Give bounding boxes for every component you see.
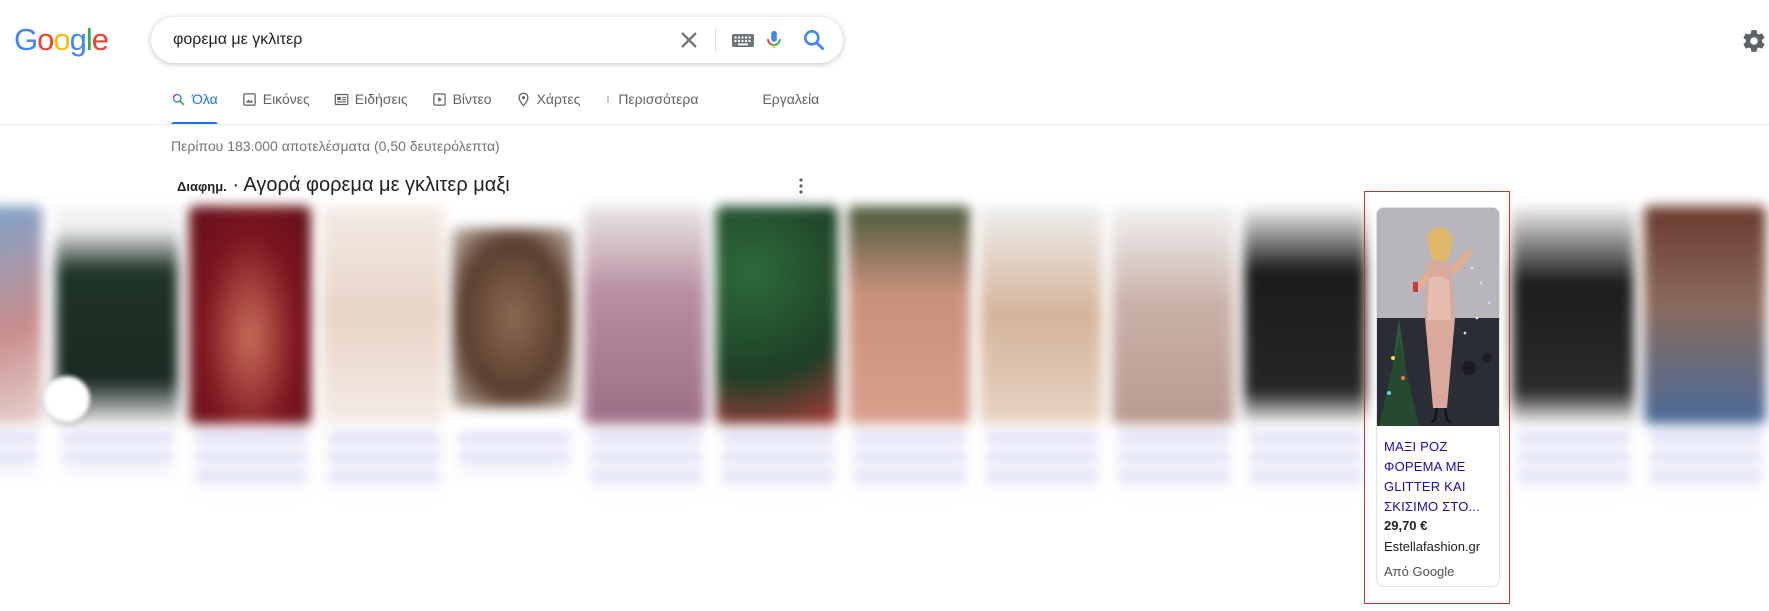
product-title-placeholder xyxy=(0,434,38,474)
product-image xyxy=(0,206,42,424)
close-icon[interactable] xyxy=(675,26,703,54)
product-source[interactable]: Από Google xyxy=(1384,564,1454,579)
product-title-placeholder xyxy=(986,434,1098,492)
product-card[interactable] xyxy=(980,206,1102,586)
more-options-icon[interactable] xyxy=(797,177,805,195)
tab-videos[interactable]: Βίντεο xyxy=(432,91,492,125)
product-title-placeholder xyxy=(1650,434,1762,492)
product-title-placeholder xyxy=(854,434,966,492)
result-stats: Περίπου 183.000 αποτελέσματα (0,50 δευτε… xyxy=(171,138,500,154)
shopping-ads-header: Διαφημ. · Αγορά φορεμα με γκλιτερ μαξι xyxy=(177,174,510,197)
product-image xyxy=(322,206,444,424)
product-card[interactable] xyxy=(1512,206,1634,586)
product-card[interactable] xyxy=(189,206,311,586)
map-pin-icon xyxy=(518,92,529,107)
tools-label: Εργαλεία xyxy=(762,91,820,107)
product-price: 29,70 € xyxy=(1384,518,1428,533)
news-icon xyxy=(334,93,349,106)
shopping-title: · Αγορά φορεμα με γκλιτερ μαξι xyxy=(226,174,510,196)
tab-label: Όλα xyxy=(192,91,218,107)
product-image xyxy=(1512,206,1634,424)
product-image xyxy=(584,206,706,424)
gear-icon[interactable] xyxy=(1741,28,1767,54)
tab-news[interactable]: Ειδήσεις xyxy=(334,91,408,125)
product-title-placeholder xyxy=(62,434,174,474)
product-card[interactable] xyxy=(584,206,706,586)
product-title-placeholder xyxy=(328,434,440,492)
product-photo xyxy=(1377,208,1499,426)
product-card[interactable] xyxy=(848,206,970,586)
tab-label: Εικόνες xyxy=(262,91,310,107)
search-input[interactable]: φορεμα με γκλιτερ xyxy=(173,31,302,49)
product-image xyxy=(848,206,970,424)
product-title-placeholder xyxy=(590,434,702,492)
microphone-icon[interactable] xyxy=(763,28,785,52)
tab-more[interactable]: Περισσότερα xyxy=(604,91,698,125)
tab-label: Περισσότερα xyxy=(618,91,699,107)
product-image xyxy=(452,228,574,408)
product-image xyxy=(980,206,1102,424)
search-tabs: Όλα Εικόνες Ειδήσεις Βίντεο Χάρτες Περισ… xyxy=(171,91,843,125)
tools-button[interactable]: Εργαλεία xyxy=(762,91,819,125)
search-icon xyxy=(172,93,185,106)
product-card[interactable] xyxy=(452,206,574,586)
product-card[interactable] xyxy=(716,206,838,586)
featured-product-card[interactable]: ΜΑΞΙ ΡΟΖ ΦΟΡΕΜΑ ΜΕ GLITTER ΚΑΙ ΣΚΙΣΙΜΟ Σ… xyxy=(1376,207,1500,587)
more-vert-icon xyxy=(607,96,610,103)
logo-letter: g xyxy=(69,22,87,57)
product-title-placeholder xyxy=(1250,434,1362,492)
logo-letter: o xyxy=(37,22,54,57)
tab-maps[interactable]: Χάρτες xyxy=(516,91,581,125)
logo-letter: G xyxy=(14,22,38,57)
tab-all[interactable]: Όλα xyxy=(171,91,218,125)
tab-label: Ειδήσεις xyxy=(354,91,408,107)
image-icon xyxy=(242,93,256,106)
keyboard-icon[interactable] xyxy=(731,30,755,50)
product-title-placeholder xyxy=(1118,434,1230,492)
product-card[interactable] xyxy=(1244,206,1366,586)
product-card[interactable] xyxy=(0,206,42,586)
tab-label: Χάρτες xyxy=(536,91,581,107)
carousel-prev-button[interactable] xyxy=(44,376,90,422)
product-title-placeholder xyxy=(722,434,834,492)
tab-label: Βίντεο xyxy=(452,91,492,107)
product-seller: Estellafashion.gr xyxy=(1384,539,1481,554)
product-image xyxy=(716,206,838,424)
product-card[interactable] xyxy=(322,206,444,586)
tab-images[interactable]: Εικόνες xyxy=(242,91,310,125)
product-image xyxy=(1112,206,1234,424)
product-image xyxy=(1377,208,1499,426)
header-divider xyxy=(0,124,1769,125)
product-image xyxy=(1244,206,1366,424)
google-logo[interactable]: Google xyxy=(14,22,109,58)
search-box[interactable]: φορεμα με γκλιτερ xyxy=(151,17,843,63)
product-image xyxy=(189,206,311,424)
product-title-placeholder xyxy=(458,434,570,474)
product-title[interactable]: ΜΑΞΙ ΡΟΖ ΦΟΡΕΜΑ ΜΕ GLITTER ΚΑΙ ΣΚΙΣΙΜΟ Σ… xyxy=(1384,437,1494,517)
search-divider xyxy=(715,28,716,52)
video-icon xyxy=(432,93,446,106)
logo-letter: o xyxy=(53,22,70,57)
product-card[interactable] xyxy=(1112,206,1234,586)
product-title-placeholder xyxy=(195,434,307,492)
search-icon[interactable] xyxy=(801,27,827,53)
ad-label: Διαφημ. xyxy=(177,179,227,194)
product-image xyxy=(1644,206,1766,424)
logo-letter: e xyxy=(91,22,109,57)
product-card[interactable] xyxy=(1644,206,1766,586)
product-title-placeholder xyxy=(1518,434,1630,492)
